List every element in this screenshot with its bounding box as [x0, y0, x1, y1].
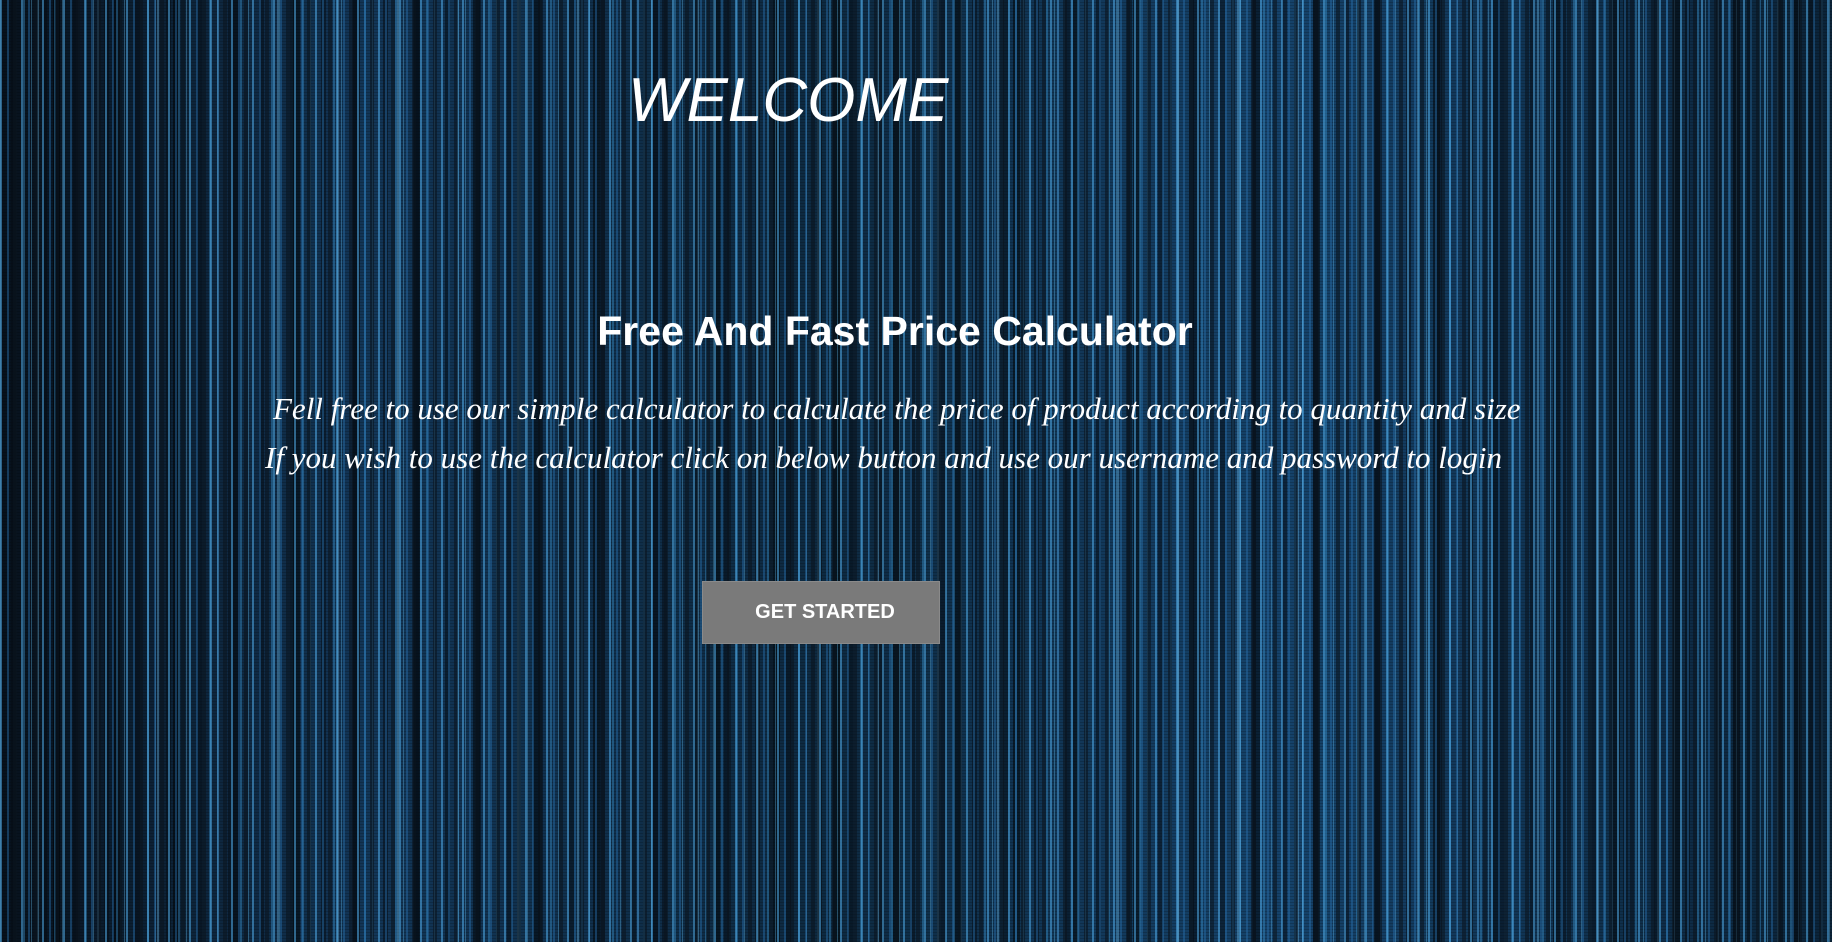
description-line-1: Fell free to use our simple calculator t… — [273, 391, 1521, 426]
description-line-2: If you wish to use the calculator click … — [265, 440, 1503, 475]
page-headline: Free And Fast Price Calculator — [597, 308, 1193, 354]
welcome-heading: WELCOME — [628, 66, 949, 135]
get-started-button[interactable]: GET STARTED — [702, 581, 940, 644]
